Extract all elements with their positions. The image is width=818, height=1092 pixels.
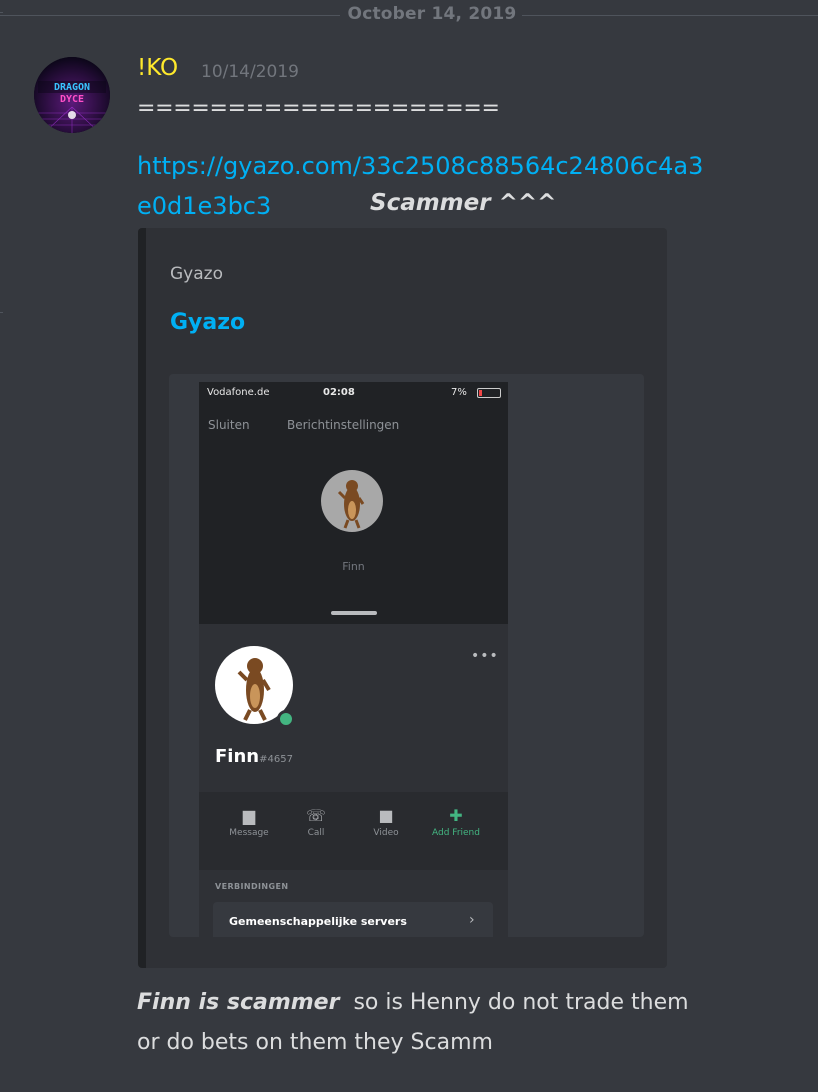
call-icon: ☏ [305,806,326,825]
profile-username: Finn#4657 [215,746,293,767]
followup-text-1: so is Henny do not trade them [353,990,689,1015]
message-icon: ▆ [242,806,256,825]
svg-text:DYCE: DYCE [60,94,84,105]
link-embed: Gyazo Gyazo Vodafone.de 02:08 7% Sluiten… [138,228,667,968]
action-add-friend: ✚ Add Friend [421,806,491,838]
action-label: Video [373,828,399,838]
action-call: ☏ Call [281,806,351,838]
phone-settings-label: Berichtinstellingen [287,418,400,432]
message-emphasis: Scammer ^^^ [370,190,557,216]
profile-sheet: ••• Finn#4657 ▆ Message ☏ Call ■ Video ✚… [199,624,508,937]
avatar[interactable]: DRAGON DYCE [34,57,110,133]
video-icon: ■ [378,806,394,825]
followup-line-1: Finn is scammer so is Henny do not trade… [137,983,777,1023]
date-divider: October 14, 2019 [0,0,818,34]
message-separator-text: ==================== [137,96,500,121]
message-timestamp[interactable]: 10/14/2019 [201,62,299,82]
action-label: Call [307,828,325,838]
embed-provider[interactable]: Gyazo [170,264,223,284]
embed-title[interactable]: Gyazo [170,310,245,335]
phone-status-bar: Vodafone.de 02:08 7% [199,382,508,406]
profile-name: Finn [215,746,260,767]
dragon-dyce-avatar-icon: DRAGON DYCE [34,57,110,133]
phone-small-name: Finn [342,560,365,573]
divider-line [522,15,818,16]
online-status-icon [277,710,295,728]
otter-avatar-icon [321,470,383,532]
mutual-servers-label: Gemeenschappelijke servers [229,915,407,928]
divider-date: October 14, 2019 [347,4,517,24]
connections-section-label: VERBINDINGEN [215,882,289,891]
message-author[interactable]: !KO [137,55,178,81]
embed-image[interactable]: Vodafone.de 02:08 7% Sluiten Berichtinst… [169,374,644,937]
profile-actions: ▆ Message ☏ Call ■ Video ✚ Add Friend [199,792,508,870]
action-label: Message [229,828,269,838]
followup-line-2: or do bets on them they Scamm [137,1030,493,1055]
battery-icon [477,388,501,398]
link-line-1[interactable]: https://gyazo.com/33c2508c88564c24806c4a… [137,146,777,186]
followup-message: Finn is scammer so is Henny do not trade… [137,983,777,1063]
mutual-servers-row: Gemeenschappelijke servers › [213,902,493,937]
more-options-icon: ••• [471,648,499,664]
phone-close-label: Sluiten [208,418,250,432]
followup-emphasis: Finn is scammer [137,990,340,1015]
status-carrier: Vodafone.de [207,387,270,398]
svg-text:DRAGON: DRAGON [54,82,90,93]
divider-line [0,15,340,16]
status-battery: 7% [451,387,467,398]
add-friend-icon: ✚ [449,806,463,825]
action-label: Add Friend [432,828,480,838]
action-video: ■ Video [351,806,421,838]
chevron-right-icon: › [469,912,475,928]
action-message: ▆ Message [214,806,284,838]
sheet-handle [331,611,377,615]
link-line-2[interactable]: e0d1e3bc3 [137,186,271,226]
left-gutter-mark [0,312,3,313]
status-time: 02:08 [323,387,355,398]
screenshot-phone: Vodafone.de 02:08 7% Sluiten Berichtinst… [199,382,508,937]
profile-discriminator: #4657 [259,754,293,765]
